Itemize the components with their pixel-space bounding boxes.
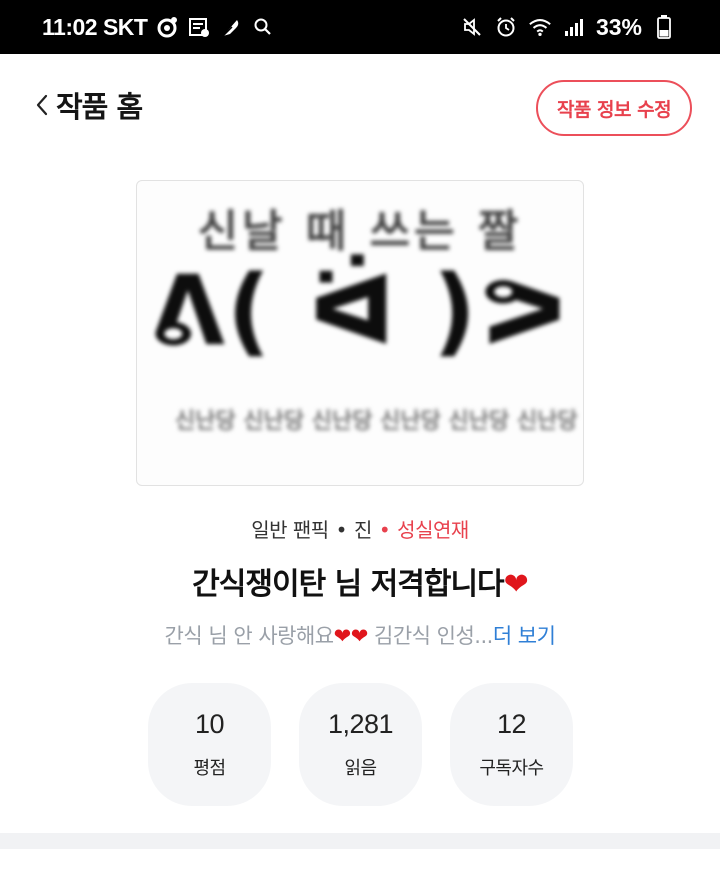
description-text: 간식 님 안 사랑해요 [164,624,335,648]
page-title: 작품 홈 [56,90,143,124]
hearts-icon: ❤❤ [333,624,369,648]
search-icon [251,15,275,39]
battery-icon [652,15,676,39]
cover-text-bottom: 신난당 신난당 신난당 신난당 신난당 신난당 [175,409,578,434]
cover-text-top: 신날 때 쓰는 짤 [197,206,523,257]
meta-genre: 진 [353,518,372,542]
feather-icon [219,15,243,39]
stat-value: 1,281 [327,709,394,739]
cover-image: 신날 때 쓰는 짤 ᕕ( ᐛ )ᕗ 신난당 신난당 신난당 신난당 신난당 신난… [136,180,584,486]
more-link[interactable]: 더 보기 [493,624,556,648]
meta-category: 일반 팬픽 [251,518,329,542]
work-meta: 일반 팬픽 • 진 • 성실연재 [0,514,720,543]
record-icon [155,15,179,39]
stat-value: 12 [496,709,527,739]
app-header: 작품 홈 작품 정보 수정 [0,54,720,154]
stat-subscribers: 12 구독자수 [450,683,573,806]
signal-icon [562,15,586,39]
work-title-text: 간식쟁이탄 님 저격합니다 [192,567,504,602]
chevron-left-icon [36,94,48,116]
section-divider [0,833,720,849]
description-rest: 김간식 인성... [367,624,493,648]
battery-percent: 33% [595,13,642,40]
status-bar-right: 33% [460,12,676,42]
back-button[interactable] [30,88,54,122]
stat-label: 구독자수 [479,758,544,779]
news-icon [187,15,211,39]
meta-status: 성실연재 [397,518,469,542]
stat-rating: 10 평점 [148,683,271,806]
mute-icon [460,15,484,39]
heart-icon: ❤ [503,567,529,602]
cover-art: 신날 때 쓰는 짤 ᕕ( ᐛ )ᕗ 신난당 신난당 신난당 신난당 신난당 신난… [137,181,583,485]
status-bar: 11:02 SKT 33% [0,0,720,54]
stat-reads: 1,281 읽음 [299,683,422,806]
work-title: 간식쟁이탄 님 저격합니다❤ [0,559,720,603]
stats-row: 10 평점 1,281 읽음 12 구독자수 [148,683,573,806]
stat-value: 10 [194,709,225,739]
status-time-carrier: 11:02 SKT [42,13,148,40]
alarm-icon [494,15,518,39]
work-description: 간식 님 안 사랑해요❤❤ 김간식 인성...더 보기 [0,620,720,650]
meta-separator-accent: • [378,518,391,542]
wifi-icon [528,15,552,39]
cover-emoticon: ᕕ( ᐛ )ᕗ [150,255,570,367]
meta-separator: • [335,518,348,542]
edit-work-info-button[interactable]: 작품 정보 수정 [536,80,692,136]
status-bar-left: 11:02 SKT [42,12,275,42]
stat-label: 평점 [193,758,226,779]
stat-label: 읽음 [344,758,377,779]
